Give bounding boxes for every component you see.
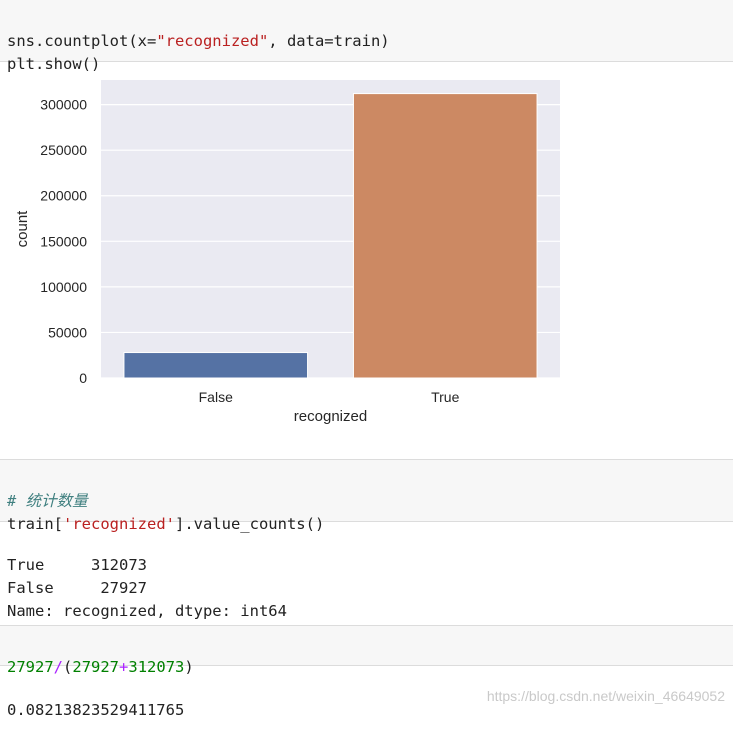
output-row-false: False 27927 xyxy=(7,579,147,597)
x-tick-label-true: True xyxy=(431,389,459,405)
y-tick-label-2: 100000 xyxy=(40,279,87,295)
y-axis-label: count xyxy=(14,210,31,248)
bar-true xyxy=(352,93,538,379)
y-tick-label-4: 200000 xyxy=(40,188,87,204)
code-cell-countplot[interactable]: sns.countplot(x="recognized", data=train… xyxy=(0,0,733,73)
code-cell-ratio[interactable]: 27927/(27927+312073) xyxy=(0,625,733,676)
x-tick-label-false: False xyxy=(199,389,233,405)
ratio-output: 0.08213823529411765 xyxy=(0,676,733,745)
bar-false xyxy=(123,352,309,379)
y-tick-label-3: 150000 xyxy=(40,233,87,249)
code-cell-value-counts[interactable]: # 统计数量 train['recognized'].value_counts() xyxy=(0,459,733,533)
output-row-true: True 312073 xyxy=(7,556,147,574)
x-axis-label: recognized xyxy=(294,408,367,425)
countplot-chart: 0 50000 100000 150000 200000 250000 300000 Fals… xyxy=(0,70,733,440)
y-tick-label-0: 0 xyxy=(79,370,87,386)
code-line-1: sns.countplot(x="recognized", data=train… xyxy=(7,32,390,50)
code-comment: # 统计数量 xyxy=(7,492,88,510)
output-row-name: Name: recognized, dtype: int64 xyxy=(7,602,287,620)
y-tick-label-1: 50000 xyxy=(48,324,87,340)
y-tick-label-5: 250000 xyxy=(40,142,87,158)
watermark: https://blog.csdn.net/weixin_46649052 xyxy=(486,688,725,704)
chart-svg: 0 50000 100000 150000 200000 250000 300000 Fals… xyxy=(14,80,560,425)
y-tick-label-6: 300000 xyxy=(40,97,87,113)
